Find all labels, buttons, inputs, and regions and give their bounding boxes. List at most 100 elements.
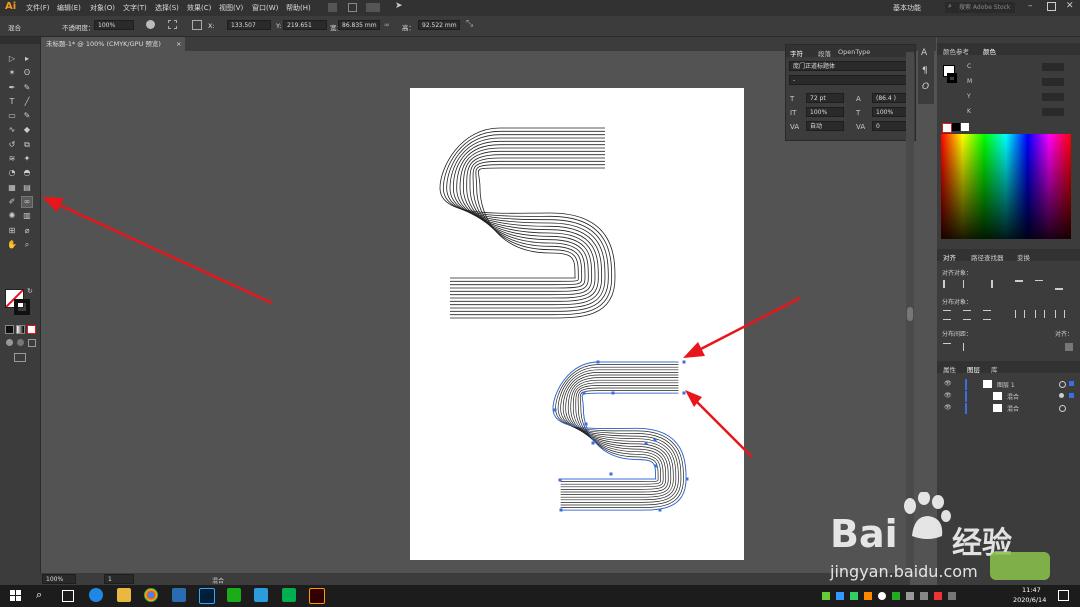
illustrator-icon[interactable] [309, 588, 325, 604]
horizontal-scale-field[interactable]: 100% [872, 107, 910, 117]
align-left-icon[interactable] [943, 280, 953, 288]
paragraph-panel-icon[interactable]: ¶ [922, 66, 928, 76]
sublayer-name[interactable]: 混合 [1007, 392, 1019, 401]
anchor-point[interactable] [591, 441, 595, 445]
none-swatch[interactable] [942, 123, 952, 133]
tab-character[interactable]: 字符 [790, 48, 803, 58]
notification-icon[interactable] [1058, 590, 1069, 601]
tray-icon[interactable] [906, 592, 914, 600]
tab-opentype[interactable]: OpenType [838, 48, 870, 56]
target-icon[interactable] [1059, 405, 1066, 412]
anchor-point[interactable] [584, 422, 588, 426]
align-bottom-icon[interactable] [1055, 280, 1063, 290]
character-panel-icon[interactable]: A [921, 48, 927, 58]
anchor-point[interactable] [682, 360, 686, 364]
distribute-left-icon[interactable] [1015, 310, 1025, 318]
tab-color[interactable]: 颜色 [983, 46, 996, 56]
distribute-hcenter-icon[interactable] [1035, 310, 1045, 318]
zoom-field[interactable]: 100% [42, 574, 76, 584]
clock-date[interactable]: 2020/6/14 [1013, 596, 1046, 604]
status-selection[interactable]: 混合 [212, 576, 224, 585]
anchor-point[interactable] [685, 477, 689, 481]
align-top-icon[interactable] [1015, 280, 1023, 290]
layer-row[interactable]: 👁 图层 1 [937, 379, 1080, 390]
vertical-spacing-icon[interactable] [943, 343, 951, 352]
tray-icon[interactable] [892, 592, 900, 600]
anchor-point[interactable] [596, 360, 600, 364]
search-icon[interactable]: ⌕ [36, 588, 42, 602]
layer-name[interactable]: 图层 1 [997, 380, 1015, 389]
chrome-icon[interactable] [144, 588, 158, 602]
task-view-icon[interactable] [62, 590, 74, 602]
visibility-eye-icon[interactable]: 👁 [944, 404, 952, 411]
kerning-field[interactable]: 自动 [806, 121, 844, 131]
tray-icon[interactable] [920, 592, 928, 600]
file-explorer-icon[interactable] [117, 588, 131, 602]
target-icon[interactable] [1059, 393, 1064, 398]
visibility-eye-icon[interactable]: 👁 [944, 380, 952, 387]
horizontal-spacing-icon[interactable] [963, 343, 972, 351]
tab-pathfinder[interactable]: 路径查找器 [971, 252, 1004, 262]
color-stroke-swatch[interactable] [947, 73, 957, 83]
tray-icon[interactable] [948, 592, 956, 600]
font-style-field[interactable]: - [789, 75, 911, 85]
visibility-eye-icon[interactable]: 👁 [944, 392, 952, 399]
distribute-vcenter-icon[interactable] [963, 310, 971, 320]
distribute-bottom-icon[interactable] [983, 310, 991, 320]
channel-c-field[interactable] [1042, 63, 1064, 71]
target-icon[interactable] [1059, 381, 1066, 388]
anchor-point[interactable] [644, 441, 648, 445]
anchor-point[interactable] [582, 391, 586, 395]
leading-field[interactable]: (86.4 ) [872, 93, 910, 103]
opentype-panel-icon[interactable]: O [922, 82, 929, 92]
tray-icon[interactable] [864, 592, 872, 600]
media-player-icon[interactable] [282, 588, 296, 602]
photoshop-icon[interactable] [199, 588, 215, 604]
tab-properties[interactable]: 属性 [943, 364, 956, 374]
tray-icon[interactable] [850, 592, 858, 600]
artboard-number-field[interactable]: 1 [104, 574, 134, 584]
align-vcenter-icon[interactable] [1035, 280, 1043, 289]
app-icon[interactable] [254, 588, 268, 602]
tab-paragraph[interactable]: 段落 [818, 48, 831, 58]
distribute-right-icon[interactable] [1055, 310, 1065, 318]
wechat-icon[interactable] [227, 588, 241, 602]
anchor-point[interactable] [658, 508, 662, 512]
blend-step-path[interactable] [450, 160, 605, 286]
anchor-point[interactable] [611, 391, 615, 395]
tray-icon[interactable] [836, 592, 844, 600]
anchor-point[interactable] [682, 391, 686, 395]
windows-start-icon[interactable] [10, 590, 21, 601]
blend-step-path[interactable] [449, 137, 606, 309]
align-right-icon[interactable] [983, 280, 993, 288]
tray-icon[interactable] [822, 592, 830, 600]
blend-step-path[interactable] [439, 127, 616, 319]
tracking-field[interactable]: 0 [872, 121, 910, 131]
tab-transform[interactable]: 变换 [1017, 252, 1030, 262]
anchor-point[interactable] [559, 508, 563, 512]
anchor-point[interactable] [654, 464, 658, 468]
anchor-point[interactable] [558, 478, 562, 482]
font-size-field[interactable]: 72 pt [806, 93, 844, 103]
align-hcenter-icon[interactable] [963, 280, 972, 288]
font-family-field[interactable]: 庞门正道标题体 [789, 61, 911, 71]
black-swatch[interactable] [952, 123, 960, 131]
tab-layers[interactable]: 图层 [967, 364, 980, 374]
tab-color-guide[interactable]: 颜色参考 [943, 46, 969, 56]
sublayer-name[interactable]: 混合 [1007, 404, 1019, 413]
channel-y-field[interactable] [1042, 93, 1064, 101]
sublayer-row[interactable]: 👁 混合 [937, 391, 1080, 402]
color-spectrum[interactable] [941, 134, 1071, 239]
sublayer-row[interactable]: 👁 混合 [937, 403, 1080, 414]
app-icon[interactable] [172, 588, 186, 602]
channel-m-field[interactable] [1042, 78, 1064, 86]
edge-browser-icon[interactable] [89, 588, 103, 602]
anchor-point[interactable] [653, 438, 657, 442]
vertical-scale-field[interactable]: 100% [806, 107, 844, 117]
align-to-selection-icon[interactable] [1065, 343, 1073, 351]
blend-step-path[interactable] [560, 369, 679, 503]
anchor-point[interactable] [553, 408, 557, 412]
tray-icon[interactable] [934, 592, 942, 600]
scrollbar-thumb[interactable] [907, 307, 913, 321]
tab-libraries[interactable]: 库 [991, 364, 998, 374]
